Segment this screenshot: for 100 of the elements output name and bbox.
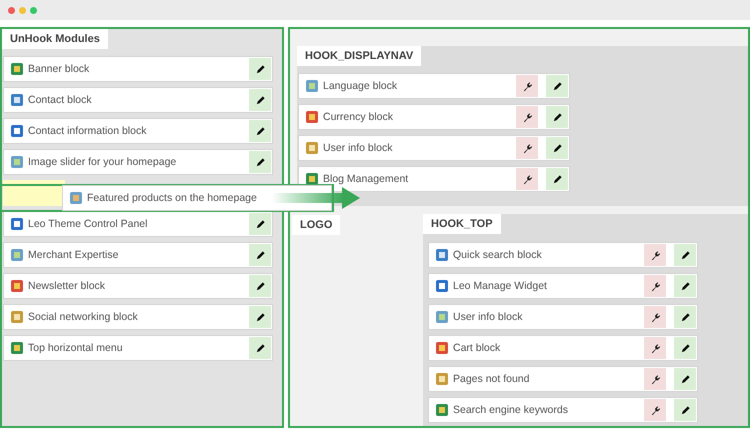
hook-title: HOOK_TOP (423, 214, 501, 234)
pencil-icon (254, 250, 266, 260)
configure-button[interactable] (644, 275, 666, 297)
configure-button[interactable] (516, 75, 538, 97)
maximize-dot[interactable] (30, 6, 37, 14)
pencil-icon (254, 126, 266, 136)
module-row[interactable]: Social networking block (3, 304, 273, 330)
tile-icon (10, 279, 24, 293)
wrench-icon (650, 374, 660, 384)
wrench-icon (522, 112, 532, 122)
edit-button[interactable] (249, 337, 271, 359)
edit-button[interactable] (249, 275, 271, 297)
module-row[interactable]: Cart block (428, 335, 698, 361)
module-row[interactable]: Search engine keywords (428, 397, 698, 423)
module-name: Blog Management (323, 173, 410, 185)
tile-icon (10, 310, 24, 324)
edit-button[interactable] (546, 75, 568, 97)
module-row[interactable]: Top horizontal menu (3, 335, 273, 361)
configure-button[interactable] (644, 337, 666, 359)
module-row[interactable]: Leo Theme Control Panel (3, 211, 273, 237)
module-row[interactable]: Contact information block (3, 118, 273, 144)
minimize-dot[interactable] (19, 6, 26, 14)
edit-button[interactable] (674, 399, 696, 421)
module-row[interactable]: User info block (298, 135, 570, 161)
edit-button[interactable] (249, 244, 271, 266)
tile-icon (305, 79, 319, 93)
module-row[interactable]: Currency block (298, 104, 570, 130)
module-name: Leo Theme Control Panel (28, 218, 148, 230)
tile-icon (10, 155, 24, 169)
tile-icon (435, 341, 449, 355)
module-name: Featured products on the homepage (87, 192, 258, 204)
configure-button[interactable] (516, 137, 538, 159)
edit-button[interactable] (249, 213, 271, 235)
configure-button[interactable] (644, 368, 666, 390)
module-row[interactable]: Quick search block (428, 242, 698, 268)
tile-icon (435, 248, 449, 262)
pencil-icon (254, 94, 266, 106)
pencil-icon (254, 342, 266, 354)
pencil-icon (254, 280, 266, 292)
pencil-icon (680, 374, 690, 384)
module-row[interactable]: Language block (298, 73, 570, 99)
wrench-icon (522, 80, 532, 92)
module-name: Newsletter block (28, 280, 106, 292)
tile-icon (10, 93, 24, 107)
edit-button[interactable] (546, 106, 568, 128)
tile-icon (10, 124, 24, 138)
close-dot[interactable] (8, 6, 15, 14)
tile-icon (305, 141, 319, 155)
pencil-icon (254, 218, 266, 230)
edit-button[interactable] (674, 306, 696, 328)
module-name: Top horizontal menu (28, 342, 124, 354)
edit-button[interactable] (674, 368, 696, 390)
wrench-icon (522, 142, 532, 154)
pencil-icon (680, 250, 690, 260)
edit-button[interactable] (249, 89, 271, 111)
edit-button[interactable] (249, 151, 271, 173)
pencil-icon (552, 80, 562, 92)
module-name: Social networking block (28, 311, 139, 323)
wrench-icon (650, 404, 660, 416)
module-name: Currency block (323, 111, 394, 123)
module-row[interactable]: Contact block (3, 87, 273, 113)
edit-button[interactable] (546, 137, 568, 159)
module-row[interactable]: Pages not found (428, 366, 698, 392)
module-row[interactable]: Newsletter block (3, 273, 273, 299)
module-row[interactable]: Merchant Expertise (3, 242, 273, 268)
pencil-icon (254, 64, 266, 74)
module-name: User info block (323, 142, 394, 154)
pencil-icon (680, 312, 690, 322)
pencil-icon (254, 156, 266, 168)
edit-button[interactable] (674, 337, 696, 359)
dragged-module[interactable]: Featured products on the homepage (62, 185, 332, 211)
configure-button[interactable] (516, 168, 538, 190)
module-name: Contact information block (28, 125, 148, 137)
module-name: User info block (453, 311, 524, 323)
edit-button[interactable] (249, 306, 271, 328)
hook-title: LOGO (292, 215, 340, 235)
tile-icon (10, 62, 24, 76)
tile-icon (435, 310, 449, 324)
tile-icon (10, 248, 24, 262)
edit-button[interactable] (674, 275, 696, 297)
configure-button[interactable] (644, 399, 666, 421)
edit-button[interactable] (546, 168, 568, 190)
configure-button[interactable] (516, 106, 538, 128)
module-row[interactable]: Blog Management (298, 166, 570, 192)
wrench-icon (650, 312, 660, 322)
edit-button[interactable] (674, 244, 696, 266)
module-row[interactable]: Leo Manage Widget (428, 273, 698, 299)
edit-button[interactable] (249, 120, 271, 142)
configure-button[interactable] (644, 306, 666, 328)
module-name: Merchant Expertise (28, 249, 120, 261)
module-row[interactable]: Banner block (3, 56, 273, 82)
module-row[interactable]: Image slider for your homepage (3, 149, 273, 175)
pencil-icon (552, 142, 562, 154)
tile-icon (10, 217, 24, 231)
tile-icon (305, 110, 319, 124)
edit-button[interactable] (249, 58, 271, 80)
module-name: Image slider for your homepage (28, 156, 178, 168)
configure-button[interactable] (644, 244, 666, 266)
module-row[interactable]: User info block (428, 304, 698, 330)
pencil-icon (552, 174, 562, 184)
